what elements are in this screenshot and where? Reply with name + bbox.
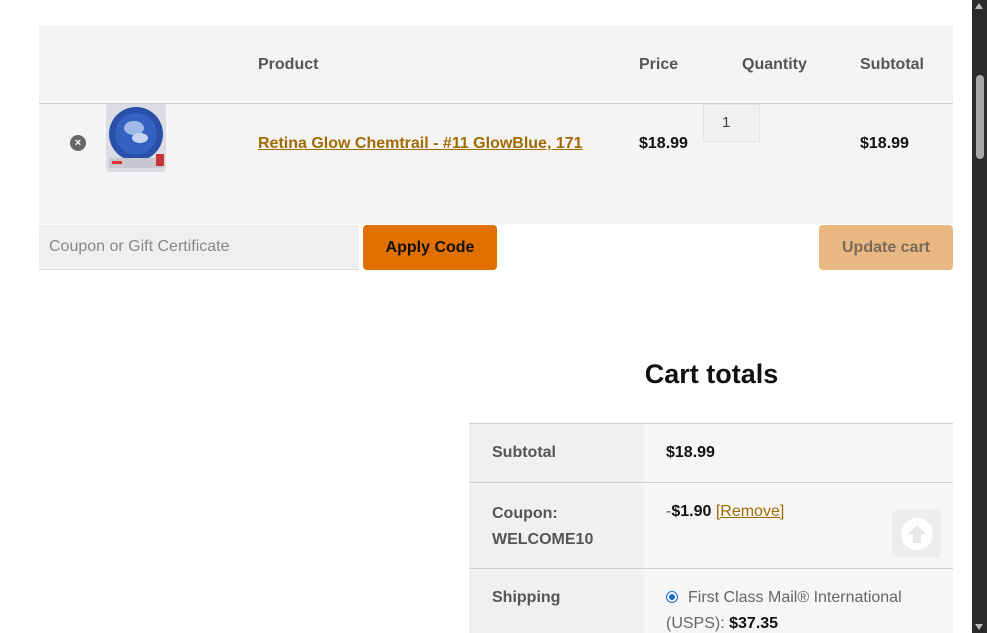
cart-table: Product Price Quantity Subtotal × Retina… [39, 26, 953, 224]
product-name-link[interactable]: Retina Glow Chemtrail - #11 GlowBlue, 17… [258, 135, 583, 153]
back-to-top-button[interactable] [892, 510, 942, 558]
header-price: Price [639, 56, 679, 73]
totals-row-subtotal: Subtotal $18.99 [469, 424, 953, 483]
remove-coupon-link[interactable]: [Remove] [716, 503, 784, 520]
cart-table-header: Product Price Quantity Subtotal [39, 26, 953, 104]
cart-totals-title: Cart totals [644, 359, 779, 389]
cart-page: Product Price Quantity Subtotal × Retina… [0, 0, 987, 633]
update-cart-button[interactable]: Update cart [819, 225, 953, 270]
header-quantity: Quantity [742, 56, 807, 73]
coupon-amount: $1.90 [671, 503, 712, 520]
shipping-method: First Class Mail® International (USPS): [666, 589, 902, 632]
totals-row-shipping: Shipping First Class Mail® International… [469, 569, 953, 633]
shipping-label: Shipping [469, 569, 644, 633]
quantity-input[interactable]: 1 [703, 104, 760, 142]
scroll-up-icon[interactable] [975, 3, 983, 9]
vertical-scrollbar[interactable] [972, 0, 987, 633]
subtotal-value: $18.99 [644, 424, 953, 482]
header-product: Product [258, 56, 319, 73]
subtotal-label: Subtotal [469, 424, 644, 482]
shipping-radio[interactable] [666, 591, 678, 603]
totals-row-coupon: Coupon: WELCOME10 -$1.90 [Remove] [469, 483, 953, 569]
header-subtotal: Subtotal [860, 56, 924, 73]
arrow-up-icon [901, 518, 933, 550]
shipping-price: $37.35 [729, 615, 779, 632]
coupon-label-prefix: Coupon: [492, 505, 558, 522]
item-price: $18.99 [639, 135, 688, 152]
item-subtotal: $18.99 [860, 135, 909, 152]
coupon-input[interactable] [39, 225, 359, 270]
scrollbar-thumb[interactable] [976, 75, 984, 159]
remove-item-icon[interactable]: × [70, 135, 86, 151]
cart-totals-table: Subtotal $18.99 Coupon: WELCOME10 -$1.90… [469, 423, 953, 633]
scroll-down-icon[interactable] [975, 624, 983, 630]
golf-ball-product-icon [106, 104, 166, 172]
cart-item-row: × Retina Glow Chemtrail - #11 GlowBlue, … [39, 104, 953, 224]
apply-code-button[interactable]: Apply Code [363, 225, 497, 270]
shipping-value: First Class Mail® International (USPS): … [644, 569, 953, 633]
coupon-code: WELCOME10 [492, 531, 594, 548]
cart-actions: Apply Code Update cart [39, 225, 953, 271]
coupon-label: Coupon: WELCOME10 [469, 483, 644, 568]
product-thumbnail[interactable] [106, 104, 166, 172]
